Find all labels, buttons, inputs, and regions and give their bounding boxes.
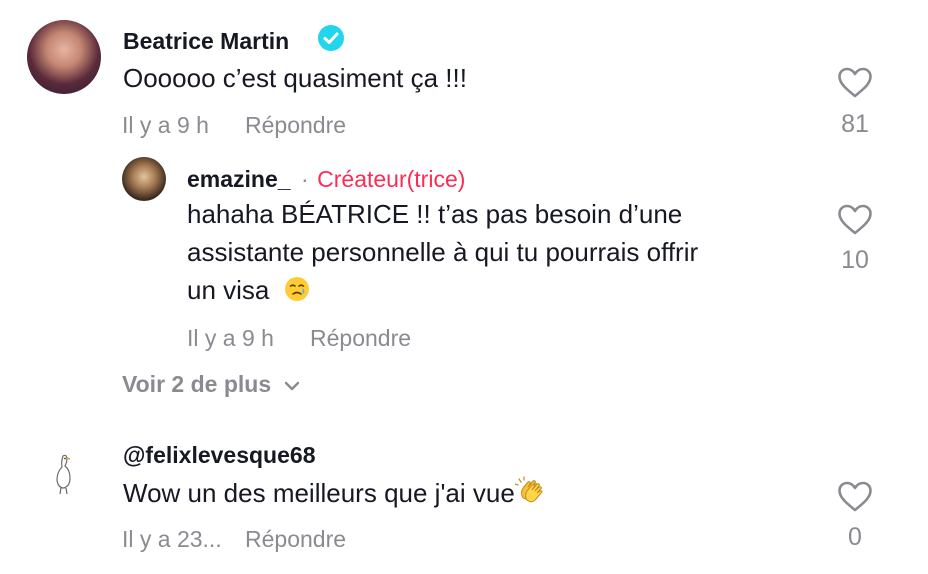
reply-timestamp: Il y a 9 h (187, 325, 274, 351)
reply-text-line-1: hahaha BÉATRICE !! t’as pas besoin d’une (187, 199, 683, 229)
comment-text-2: Wow un des meilleurs que j'ai vue (123, 474, 545, 512)
reply-reply-button[interactable]: Répondre (310, 325, 411, 352)
chevron-down-icon (284, 381, 299, 391)
reply-like-count: 10 (841, 246, 869, 274)
verified-badge-icon (318, 25, 344, 51)
creator-badge: Créateur(trice) (317, 166, 466, 192)
reply-header: emazine_ · Créateur(trice) (187, 166, 465, 193)
crying-face-emoji-icon (284, 277, 309, 302)
heart-icon-2[interactable] (837, 481, 873, 513)
reply-text-line-3-text: un visa (187, 275, 270, 305)
avatar-beatrice[interactable] (27, 20, 101, 94)
avatar-felixlevesque[interactable] (38, 448, 92, 502)
comment-text: Oooooo c’est quasiment ça !!! (123, 63, 467, 93)
comment-timestamp: Il y a 9 h (122, 112, 209, 138)
avatar-emazine[interactable] (122, 157, 166, 201)
like-count: 81 (841, 110, 869, 138)
heart-icon[interactable] (837, 67, 873, 99)
comment-username-2[interactable]: @felixlevesque68 (123, 442, 315, 469)
reply-button[interactable]: Répondre (245, 112, 346, 139)
reply-heart-icon[interactable] (837, 204, 873, 236)
clapping-hands-emoji-icon (514, 476, 543, 503)
comment-username[interactable]: Beatrice Martin (123, 28, 289, 55)
reply-text-line-3: un visa (187, 271, 311, 309)
view-more-label: Voir 2 de plus (122, 371, 272, 397)
like-count-2: 0 (848, 523, 862, 551)
comment-text-2-text: Wow un des meilleurs que j'ai vue (123, 478, 515, 508)
separator-dot: · (301, 166, 309, 192)
reply-button-2[interactable]: Répondre (245, 526, 346, 553)
comment-timestamp-2: Il y a 23... (122, 526, 222, 552)
view-more-replies-button[interactable]: Voir 2 de plus (122, 371, 300, 398)
reply-username[interactable]: emazine_ (187, 166, 291, 192)
goose-sketch-icon (56, 454, 71, 495)
reply-text-line-2: assistante personnelle à qui tu pourrais… (187, 237, 699, 267)
